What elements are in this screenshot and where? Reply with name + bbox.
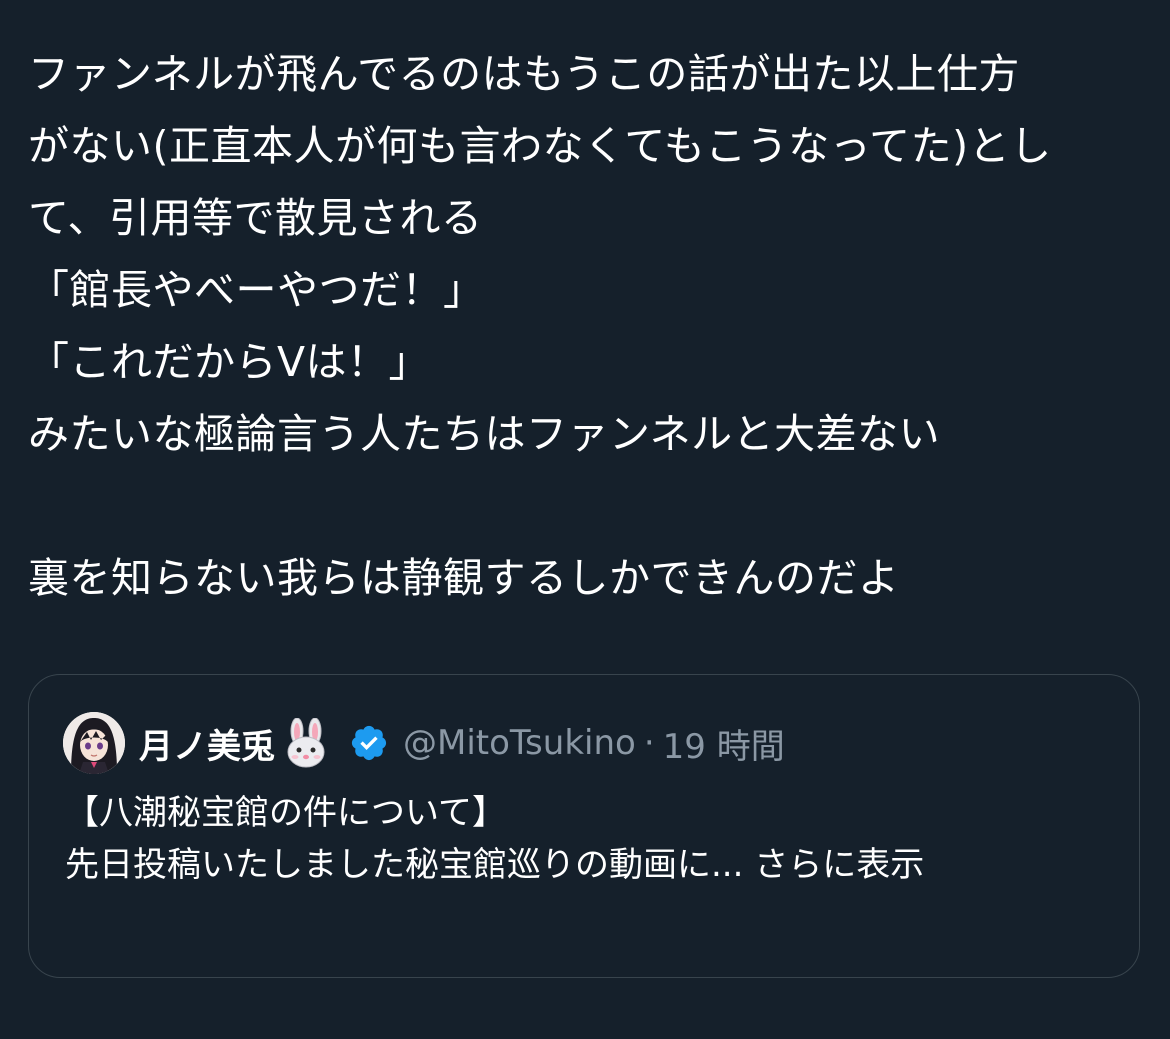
tweet-line: ファンネルが飛んでるのはもうこの話が出た以上仕方	[28, 50, 1020, 98]
quoted-tweet-card[interactable]: 月ノ美兎 @MitoTsukino · 19 時間 【八潮秘宝館の件について】 …	[28, 674, 1140, 978]
tweet-line: がない(正直本人が何も言わなくてもこうなってた)とし	[28, 122, 1052, 170]
rabbit-face-icon	[283, 717, 329, 768]
quote-line: 【八潮秘宝館の件について】	[65, 793, 506, 833]
tweet-line: みたいな極論言う人たちはファンネルと大差ない	[28, 410, 941, 458]
display-name[interactable]: 月ノ美兎	[139, 719, 275, 768]
verified-badge-icon	[349, 723, 389, 763]
tweet-line: て、引用等で散見される	[28, 194, 483, 242]
tweet-line: 「これだからVは！」	[28, 338, 431, 386]
tweet-line: 「館長やべーやつだ！」	[28, 266, 485, 314]
quote-line: 先日投稿いたしました秘宝館巡りの動画に... さらに表示	[65, 839, 1105, 891]
quoted-tweet-header: 月ノ美兎 @MitoTsukino · 19 時間	[63, 711, 785, 775]
show-more-link[interactable]: さらに表示	[754, 845, 924, 885]
tweet-text: ファンネルが飛んでるのはもうこの話が出た以上仕方 がない(正直本人が何も言わなく…	[28, 38, 1148, 614]
tweet-line: 裏を知らない我らは静観するしかできんのだよ	[28, 554, 900, 602]
separator-dot: ·	[643, 723, 655, 763]
handle[interactable]: @MitoTsukino	[403, 723, 636, 763]
quote-line-text: 先日投稿いたしました秘宝館巡りの動画に...	[65, 845, 744, 885]
quoted-tweet-text: 【八潮秘宝館の件について】 先日投稿いたしました秘宝館巡りの動画に... さらに…	[65, 787, 1105, 891]
avatar[interactable]	[63, 712, 125, 774]
timestamp[interactable]: 19 時間	[663, 719, 785, 768]
